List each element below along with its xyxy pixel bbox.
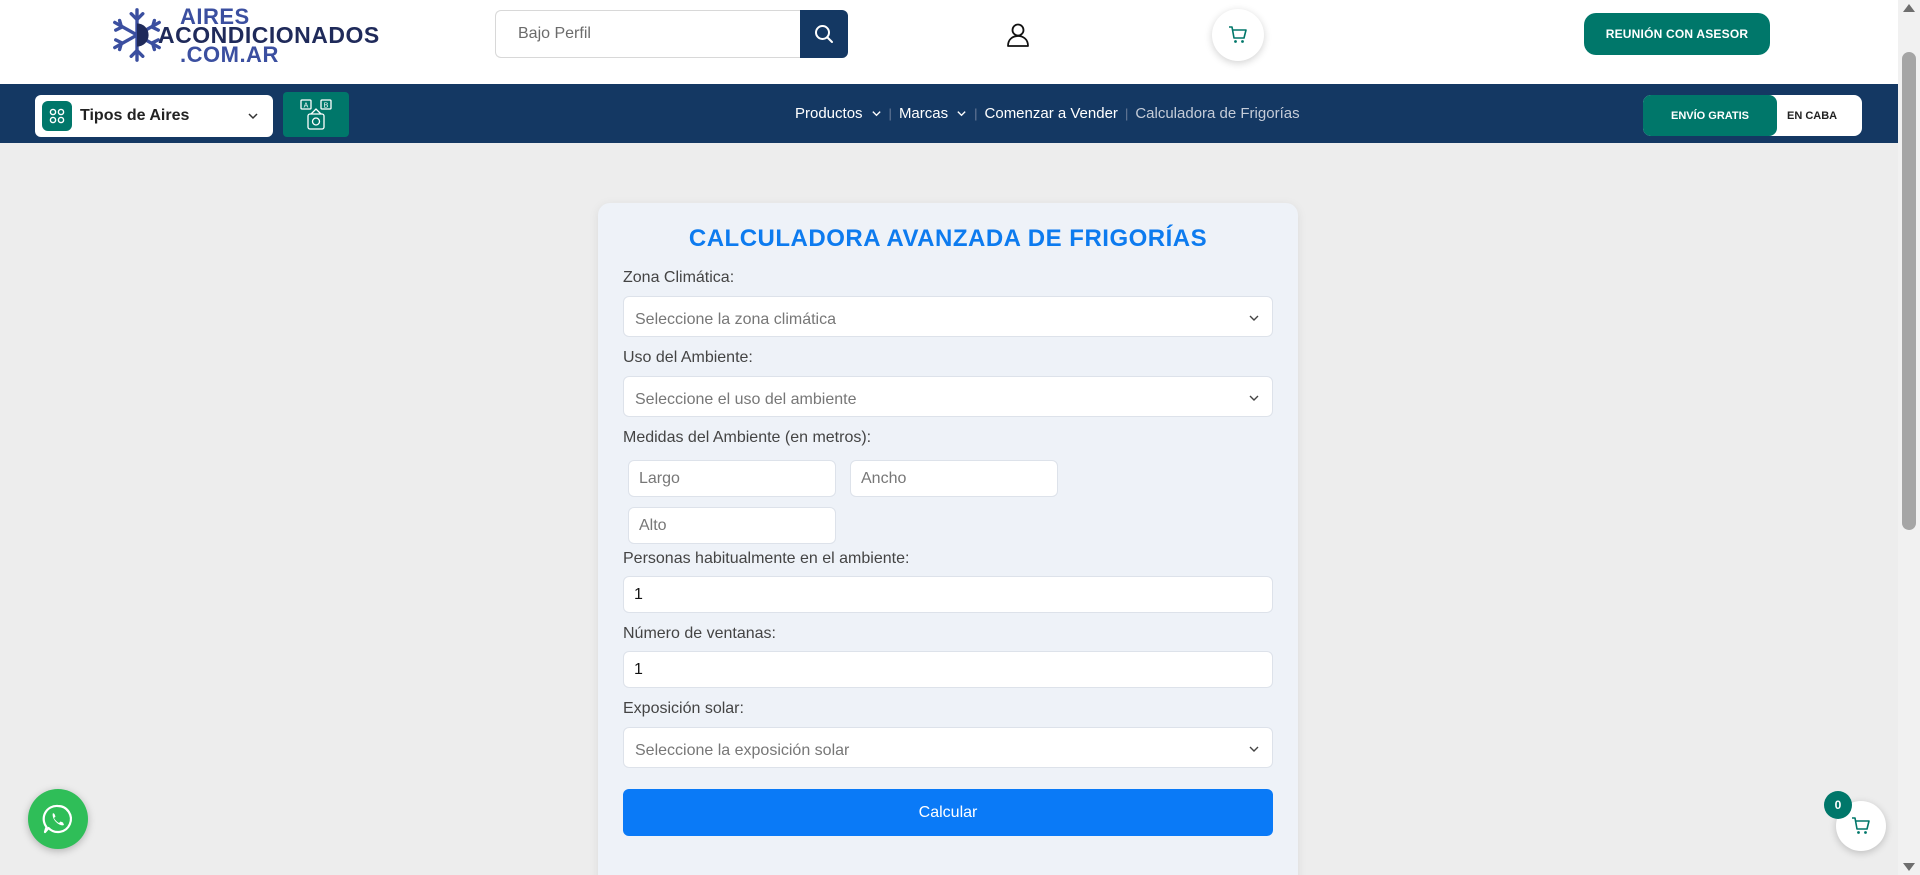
chevron-down-icon: [1249, 315, 1259, 321]
nav-item-calculadora-label: Calculadora de Frigorías: [1135, 105, 1300, 122]
nav-separator: |: [1124, 106, 1129, 121]
nav-separator: |: [888, 106, 892, 121]
largo-input[interactable]: Largo: [628, 460, 836, 497]
nav-separator: |: [974, 106, 978, 121]
air-types-label: Tipos de Aires: [80, 107, 190, 124]
nav-item-comenzar-a-vender[interactable]: Comenzar a Vender: [985, 105, 1118, 122]
whatsapp-icon: [42, 804, 72, 834]
medidas-label: Medidas del Ambiente (en metros):: [623, 429, 872, 446]
compare-ab-icon: A B: [300, 98, 332, 130]
chevron-down-icon: [1249, 395, 1259, 401]
svg-text:B: B: [324, 102, 329, 109]
grid-icon: [49, 108, 65, 124]
calcular-button[interactable]: Calcular: [623, 789, 1273, 836]
ventanas-input[interactable]: 1: [623, 651, 1273, 688]
chevron-down-icon: [1249, 746, 1259, 752]
cart-count-badge: 0: [1824, 791, 1852, 819]
uso-ambiente-placeholder: Seleccione el uso del ambiente: [635, 390, 857, 408]
nav-item-calculadora[interactable]: Calculadora de Frigorías: [1135, 105, 1299, 122]
chevron-down-icon: [957, 111, 966, 117]
nav-item-productos[interactable]: Productos: [795, 105, 882, 122]
uso-ambiente-select[interactable]: Seleccione el uso del ambiente: [623, 376, 1273, 417]
alto-input[interactable]: Alto: [628, 507, 836, 544]
calculator-title: CALCULADORA AVANZADA DE FRIGORÍAS: [688, 225, 1208, 252]
compare-button[interactable]: A B: [283, 92, 349, 137]
exposicion-solar-label: Exposición solar:: [623, 700, 744, 717]
nav-item-marcas[interactable]: Marcas: [899, 105, 967, 122]
main-nav: Tipos de Aires A B Productos | Marcas | …: [0, 84, 1898, 143]
scroll-down-arrow[interactable]: [1903, 863, 1915, 871]
zona-climatica-placeholder: Seleccione la zona climática: [635, 310, 836, 328]
chevron-down-icon: [248, 113, 258, 120]
site-logo[interactable]: AIRES ACONDICIONADOS .COM.AR: [108, 5, 380, 65]
top-header: AIRES ACONDICIONADOS .COM.AR REUNIÓN CON…: [0, 0, 1898, 84]
shipping-badge: ENVÍO GRATIS EN CABA: [1643, 95, 1862, 136]
grid-icon-box: [42, 101, 72, 131]
personas-label: Personas habitualmente en el ambiente:: [623, 550, 910, 567]
svg-text:A: A: [304, 102, 309, 109]
nav-menu: Productos | Marcas | Comenzar a Vender |…: [795, 84, 1300, 143]
personas-input[interactable]: 1: [623, 576, 1273, 613]
cart-icon: [1229, 26, 1247, 43]
free-shipping-label: ENVÍO GRATIS: [1643, 95, 1777, 136]
ventanas-label: Número de ventanas:: [623, 625, 776, 642]
cart-icon: [1852, 817, 1870, 834]
exposicion-solar-select[interactable]: Seleccione la exposición solar: [623, 727, 1273, 768]
advisor-meeting-button[interactable]: REUNIÓN CON ASESOR: [1584, 13, 1770, 55]
whatsapp-button[interactable]: [28, 789, 88, 849]
chevron-down-icon: [871, 111, 881, 117]
exposicion-solar-placeholder: Seleccione la exposición solar: [635, 741, 850, 759]
search-button[interactable]: [800, 10, 848, 58]
nav-item-marcas-label: Marcas: [898, 105, 949, 122]
zona-climatica-label: Zona Climática:: [623, 269, 735, 286]
user-icon[interactable]: [1005, 22, 1031, 48]
cart-button[interactable]: [1212, 9, 1264, 61]
air-types-dropdown[interactable]: Tipos de Aires: [35, 95, 273, 137]
search-input[interactable]: [495, 10, 800, 58]
search-icon: [815, 25, 833, 43]
search-bar: [495, 10, 848, 58]
scroll-up-arrow[interactable]: [1903, 4, 1915, 12]
ancho-input[interactable]: Ancho: [850, 460, 1058, 497]
zona-climatica-select[interactable]: Seleccione la zona climática: [623, 296, 1273, 337]
nav-item-comenzar-a-vender-label: Comenzar a Vender: [984, 105, 1118, 122]
frigorias-calculator: CALCULADORA AVANZADA DE FRIGORÍAS Zona C…: [598, 203, 1298, 875]
nav-item-productos-label: Productos: [795, 105, 863, 122]
uso-ambiente-label: Uso del Ambiente:: [623, 349, 753, 366]
logo-wordmark: AIRES ACONDICIONADOS .COM.AR: [158, 5, 380, 65]
shipping-area-label: EN CABA: [1787, 109, 1838, 122]
page-scrollbar[interactable]: [1898, 0, 1920, 875]
scroll-thumb[interactable]: [1902, 52, 1916, 530]
